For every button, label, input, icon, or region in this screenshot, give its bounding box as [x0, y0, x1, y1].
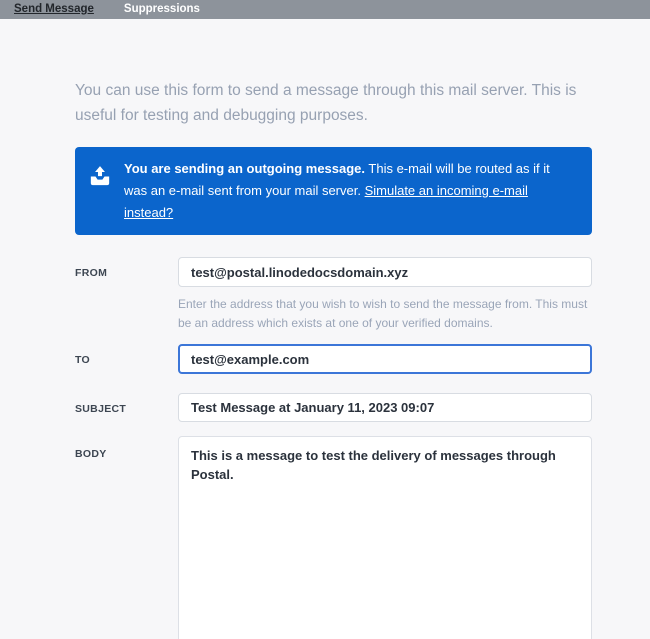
intro-text: You can use this form to send a message …: [75, 78, 587, 128]
form-row-to: TO: [75, 344, 592, 374]
tab-send-message[interactable]: Send Message: [14, 0, 94, 19]
send-message-page: You can use this form to send a message …: [0, 19, 650, 639]
tab-suppressions[interactable]: Suppressions: [124, 0, 200, 19]
to-input[interactable]: [178, 344, 592, 374]
send-message-form: FROM Enter the address that you wish to …: [75, 257, 592, 639]
from-help-text: Enter the address that you wish to wish …: [178, 295, 588, 333]
body-label: BODY: [75, 436, 178, 460]
form-row-subject: SUBJECT: [75, 393, 592, 422]
outbox-icon: [89, 165, 111, 187]
form-row-from: FROM Enter the address that you wish to …: [75, 257, 592, 333]
subject-input[interactable]: [178, 393, 592, 422]
tab-bar: Send Message Suppressions: [0, 0, 650, 19]
subject-label: SUBJECT: [75, 393, 178, 415]
to-label: TO: [75, 344, 178, 366]
from-input[interactable]: [178, 257, 592, 287]
body-textarea[interactable]: This is a message to test the delivery o…: [178, 436, 592, 639]
outgoing-message-alert: You are sending an outgoing message. Thi…: [75, 147, 592, 235]
form-row-body: BODY This is a message to test the deliv…: [75, 436, 592, 639]
alert-message: You are sending an outgoing message. Thi…: [124, 158, 576, 224]
alert-bold-text: You are sending an outgoing message.: [124, 161, 365, 176]
from-label: FROM: [75, 257, 178, 279]
